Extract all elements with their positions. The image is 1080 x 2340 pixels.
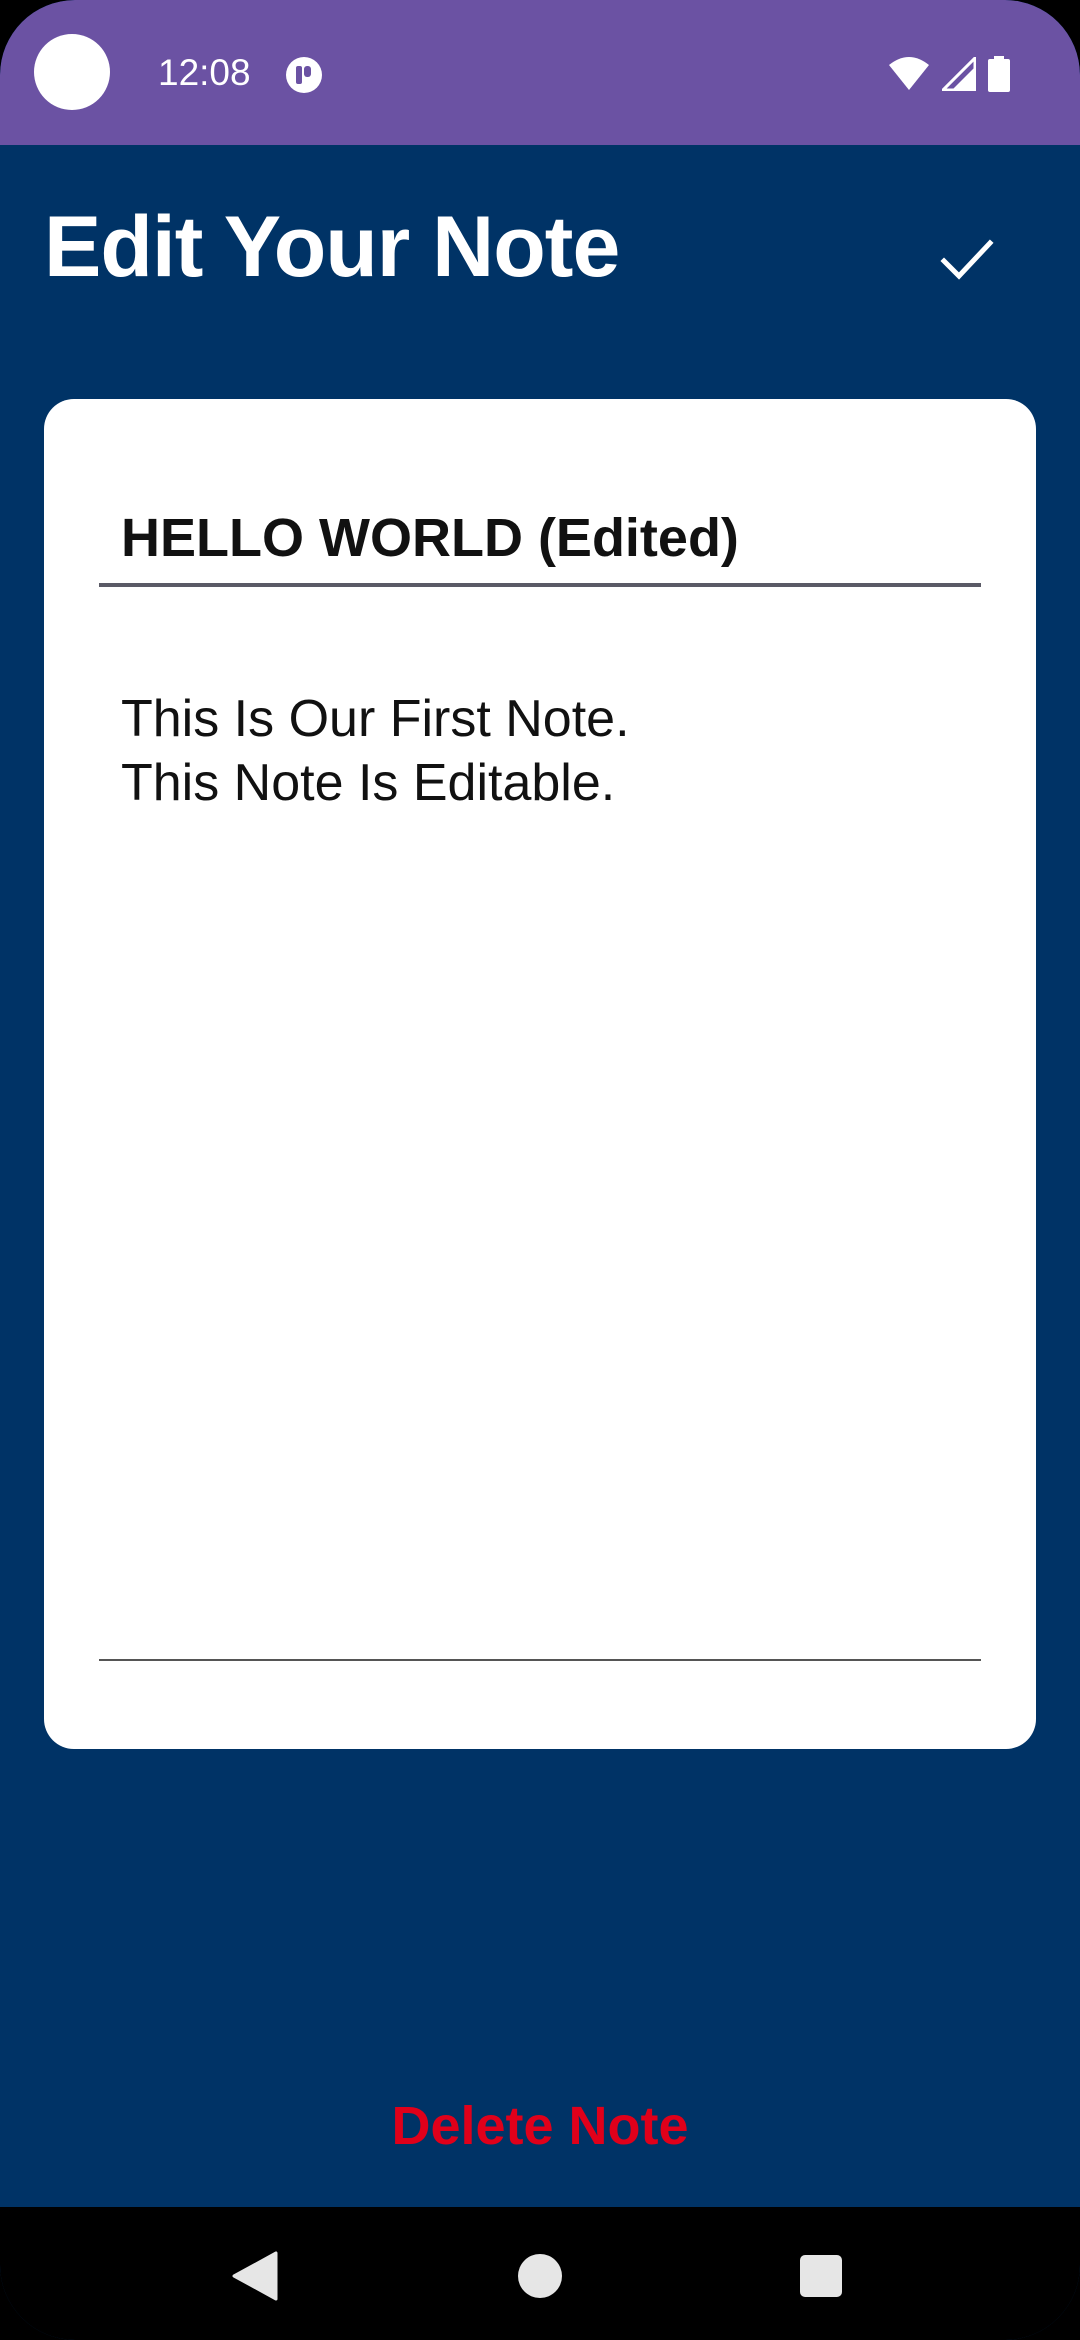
status-icons [888,54,1010,94]
checkmark-icon [940,239,994,280]
home-icon[interactable] [518,2254,562,2298]
delete-note-button[interactable]: Delete Note [0,2095,1080,2157]
save-button[interactable] [920,212,1014,306]
note-card: HELLO WORLD (Edited) This Is Our First N… [44,399,1036,1749]
body-input[interactable]: This Is Our First Note. This Note Is Edi… [99,669,981,1661]
screen: 12:08 Edit Your Note HELLO WORLD (Edited… [0,0,1080,2340]
back-icon[interactable] [232,2251,278,2301]
app-notification-icon [286,57,322,93]
title-input[interactable]: HELLO WORLD (Edited) [99,499,981,587]
status-time: 12:08 [158,52,251,93]
status-bar: 12:08 [0,0,1080,145]
recents-icon[interactable] [800,2255,842,2297]
battery-icon [988,56,1010,92]
page-title: Edit Your Note [44,199,620,295]
wifi-icon [889,57,929,90]
navigation-bar [0,2207,1080,2340]
cellular-signal-icon [942,57,976,91]
camera-cutout [34,34,110,110]
title-input-value: HELLO WORLD (Edited) [121,508,739,568]
body-line: This Note Is Editable. [121,754,616,812]
body-line: This Is Our First Note. [121,690,630,748]
